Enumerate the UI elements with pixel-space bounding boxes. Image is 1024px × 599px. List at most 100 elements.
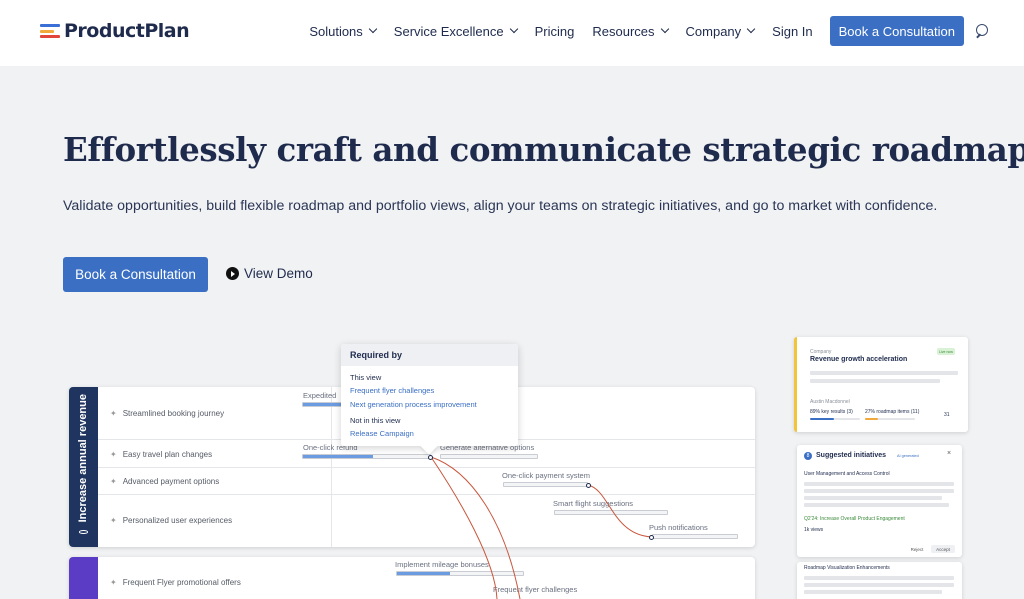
key-results: 89% key results (3) [810,409,853,415]
task-bar[interactable] [302,454,431,459]
nav-pricing-label: Pricing [534,23,575,39]
card-title: Revenue growth acceleration [810,356,908,363]
sparkle-icon: ✦ [110,477,117,486]
row-label-text: Advanced payment options [122,477,220,486]
placeholder-line [810,379,940,383]
task-label: One-click payment system [502,471,590,480]
play-icon [226,267,239,280]
task-bar[interactable] [503,482,588,487]
placeholder-line [804,503,949,507]
count-badge: 8 [804,452,812,460]
progress-fill [865,418,878,420]
lane-title: Increase annual revenue [77,394,89,523]
row-label-text: Personalized user experiences [122,516,233,525]
item-count: 31 [944,412,950,418]
task-label: Implement mileage bonuses [395,560,489,569]
row-label-text: Easy travel plan changes [122,450,213,459]
required-by-popover: Required by This view Frequent flyer cha… [341,344,518,455]
card-label: Company [810,349,832,355]
section-title: Roadmap Visualization Enhancements [804,565,890,571]
lane-bar: Increase annual revenue [69,387,98,547]
task-label: Push notifications [649,523,708,532]
sparkle-icon: ✦ [110,450,117,459]
status-badge: Live now [937,348,955,355]
sparkle-icon: ✦ [110,409,117,418]
roadmap-row: ✦ Personalized user experiences [98,495,755,547]
not-in-view-label: Not in this view [350,416,401,425]
nav-service-excellence[interactable]: Service Excellence [393,23,518,39]
this-view-label: This view [350,373,382,382]
objective-link[interactable]: Q2'24: Increase Overall Product Engageme… [804,516,905,522]
placeholder-line [804,576,954,580]
nav-service-excellence-label: Service Excellence [393,23,504,39]
book-consultation-button[interactable]: Book a Consultation [63,257,208,292]
nav-pricing[interactable]: Pricing [535,24,575,39]
dependency-node[interactable] [649,535,654,540]
nav-solutions-label: Solutions [309,23,363,39]
task-bar[interactable] [440,454,538,459]
task-label: Expedited [303,391,337,400]
hero-title: Effortlessly craft and communicate strat… [63,130,1024,169]
row-label-text: Frequent Flyer promotional offers [122,578,241,587]
task-bar[interactable] [302,402,342,407]
task-bar[interactable] [396,571,524,576]
lane-bar-purple [69,557,98,599]
placeholder-line [804,496,942,500]
task-bar[interactable] [554,510,668,515]
row-label: ✦ Personalized user experiences [110,516,232,525]
placeholder-line [804,482,954,486]
task-label: Smart flight suggestions [553,499,634,508]
reject-button[interactable]: Reject [908,545,926,553]
views-count: 1k views [804,527,824,533]
logo-icon [40,22,62,40]
site-header: ProductPlan Solutions Service Excellence… [0,0,1024,66]
task-bar[interactable] [652,534,738,539]
placeholder-line [810,371,958,375]
roadmap-row: ✦ Advanced payment options [98,468,755,495]
roadmap-items: 27% roadmap items (11) [865,409,920,415]
popover-link[interactable]: Frequent flyer challenges [350,386,434,395]
suggested-initiative-card: Roadmap Visualization Enhancements [797,562,962,599]
task-label: Frequent flyer challenges [493,585,578,594]
accept-button[interactable]: Accept [931,545,955,553]
row-label: ✦ Easy travel plan changes [110,450,212,459]
chevron-down-icon [746,24,756,34]
book-consultation-nav-button[interactable]: Book a Consultation [829,16,964,46]
objective-card[interactable]: Company Revenue growth acceleration Live… [794,337,968,432]
lane-label: Increase annual revenue [72,394,94,534]
nav-resources[interactable]: Resources [592,23,669,39]
view-demo-label: View Demo [244,266,313,281]
panel-title: Suggested initiatives [816,452,887,459]
row-label: ✦ Frequent Flyer promotional offers [110,578,241,587]
nav-company[interactable]: Company [685,23,756,39]
dependency-node[interactable] [428,455,433,460]
chevron-down-icon [368,24,378,34]
productplan-logo[interactable]: ProductPlan [40,20,190,42]
section-title: User Management and Access Control [804,471,890,477]
dependency-node[interactable] [586,483,591,488]
popover-title: Required by [341,344,518,366]
nav-solutions[interactable]: Solutions [309,23,378,39]
popover-link[interactable]: Release Campaign [350,429,414,438]
progress-fill [810,418,834,420]
target-icon [78,530,88,534]
nav-resources-label: Resources [592,23,655,39]
logo-text: ProductPlan [64,20,190,42]
view-demo-link[interactable]: View Demo [226,266,313,281]
placeholder-line [804,489,954,493]
close-icon[interactable]: × [947,450,951,457]
nav-sign-in[interactable]: Sign In [772,24,812,39]
chevron-down-icon [509,24,518,34]
sparkle-icon: ✦ [110,516,117,525]
placeholder-line [804,590,942,594]
suggested-initiatives-panel: 8 Suggested initiatives AI generated × U… [797,445,962,557]
ai-badge: AI generated [897,453,919,458]
main-nav: Solutions Service Excellence Pricing Res… [291,16,988,46]
nav-company-label: Company [685,23,742,39]
row-label: ✦ Streamlined booking journey [110,409,224,418]
popover-link[interactable]: Next generation process improvement [350,400,477,409]
hero-subtitle: Validate opportunities, build flexible r… [63,198,938,214]
row-label: ✦ Advanced payment options [110,477,219,486]
search-icon[interactable] [974,24,988,38]
chevron-down-icon [660,24,669,34]
